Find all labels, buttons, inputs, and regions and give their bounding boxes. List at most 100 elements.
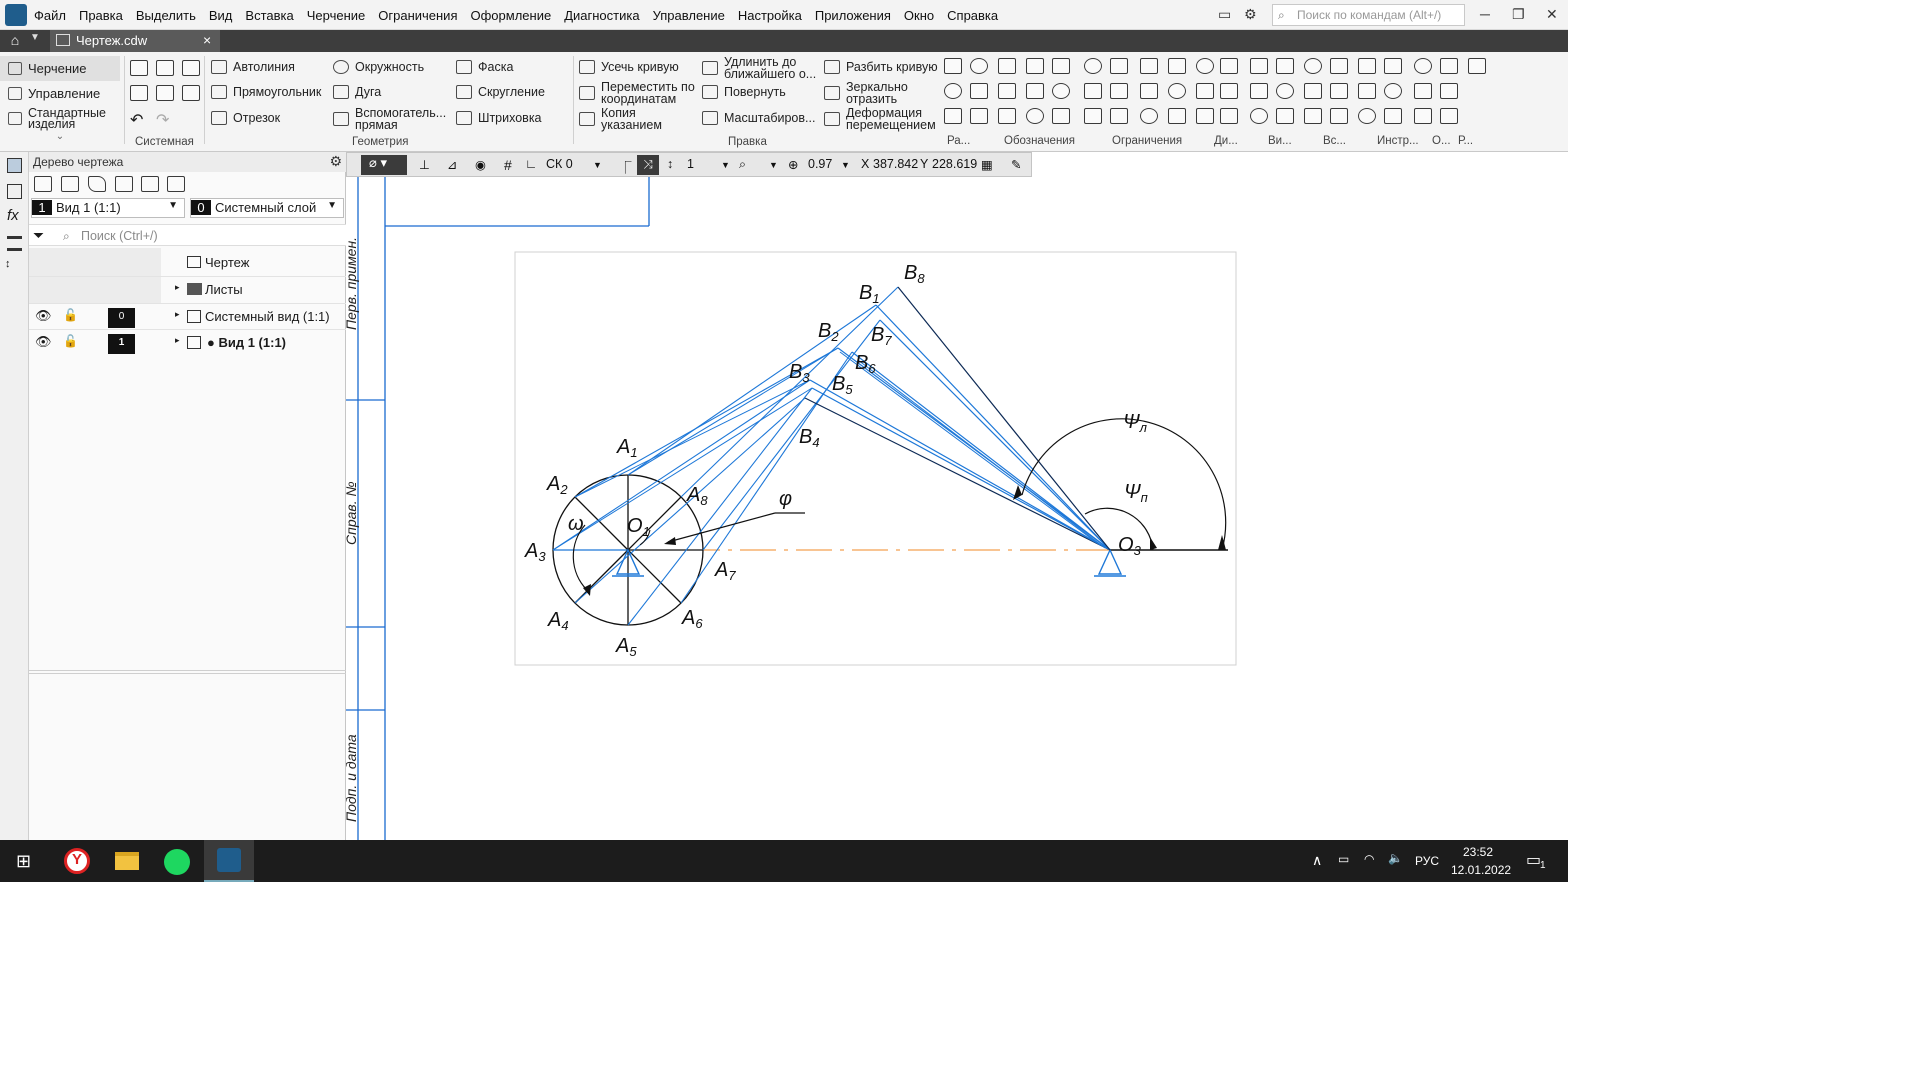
ribbon-tool-2-2-icon[interactable]: [998, 108, 1016, 124]
ribbon-tool-3-1-icon[interactable]: [1026, 83, 1044, 99]
ribbon-tool-17-0-icon[interactable]: [1414, 58, 1432, 74]
ribbon-tool-6-1-icon[interactable]: [1110, 83, 1128, 99]
circle-button[interactable]: Окружность: [333, 60, 424, 74]
ribbon-tool-4-2-icon[interactable]: [1052, 108, 1070, 124]
home-icon[interactable]: ⌂: [4, 32, 26, 50]
tree-tool-1-icon[interactable]: [34, 176, 52, 192]
open-folder-icon[interactable]: [156, 60, 174, 76]
menu-item-12[interactable]: Окно: [904, 8, 934, 23]
menu-item-7[interactable]: Оформление: [471, 8, 552, 23]
undo-icon[interactable]: ↶: [130, 110, 143, 130]
zoom-window-icon[interactable]: ⌕: [739, 157, 746, 172]
trim-curve-button[interactable]: Усечь кривую: [579, 60, 679, 74]
segment-button[interactable]: Отрезок: [211, 111, 280, 125]
ribbon-tool-8-1-icon[interactable]: [1168, 83, 1186, 99]
ribbon-tool-10-0-icon[interactable]: [1220, 58, 1238, 74]
ribbon-tool-10-1-icon[interactable]: [1220, 83, 1238, 99]
measure-icon[interactable]: ▦: [981, 157, 993, 172]
mode-standard-parts[interactable]: Стандартные изделия: [0, 106, 120, 131]
layer-select[interactable]: 0 Системный слой ▼: [190, 198, 344, 218]
chevron-down-icon[interactable]: ▼: [769, 160, 778, 170]
spotify-icon[interactable]: [155, 846, 199, 878]
command-search-input[interactable]: ⌕ Поиск по командам (Alt+/): [1272, 4, 1465, 26]
variables-icon[interactable]: fx: [7, 207, 19, 224]
ribbon-tool-3-0-icon[interactable]: [1026, 58, 1044, 74]
redo-icon[interactable]: ↷: [156, 110, 169, 130]
print-icon[interactable]: [130, 85, 148, 101]
yandex-browser-icon[interactable]: Y: [55, 846, 99, 878]
filter-icon[interactable]: ⏷: [33, 227, 44, 244]
language-indicator[interactable]: РУС: [1415, 854, 1439, 868]
sort-icon[interactable]: ↕: [5, 258, 11, 270]
chevron-down-icon[interactable]: ▼: [841, 160, 850, 170]
eyedropper-icon[interactable]: ✎: [1011, 157, 1021, 172]
tree-item-view-1[interactable]: 👁 🔓 1 ▸ ● Вид 1 (1:1): [29, 329, 346, 355]
ribbon-tool-11-1-icon[interactable]: [1250, 83, 1268, 99]
menu-item-1[interactable]: Правка: [79, 8, 123, 23]
save-as-icon[interactable]: [182, 85, 200, 101]
ribbon-tool-6-2-icon[interactable]: [1110, 108, 1128, 124]
properties-icon[interactable]: [7, 184, 22, 199]
ribbon-tool-12-0-icon[interactable]: [1276, 58, 1294, 74]
ribbon-tool-0-1-icon[interactable]: [944, 83, 962, 99]
copy-button[interactable]: Копия указанием: [579, 107, 679, 131]
ribbon-tool-4-0-icon[interactable]: [1052, 58, 1070, 74]
ribbon-tool-7-1-icon[interactable]: [1140, 83, 1158, 99]
ribbon-tool-14-0-icon[interactable]: [1330, 58, 1348, 74]
move-by-coords-button[interactable]: Переместить по координатам: [579, 81, 697, 105]
windows-start-icon[interactable]: ⊞: [16, 851, 31, 872]
ribbon-tool-4-1-icon[interactable]: [1052, 83, 1070, 99]
new-document-icon[interactable]: [130, 60, 148, 76]
image-icon[interactable]: [141, 176, 159, 192]
menu-item-11[interactable]: Приложения: [815, 8, 891, 23]
ribbon-tool-17-1-icon[interactable]: [1414, 83, 1432, 99]
tree-item-drawing[interactable]: Чертеж: [29, 250, 346, 276]
kompas-taskbar-icon[interactable]: [204, 840, 254, 882]
scale-button[interactable]: Масштабиров...: [702, 111, 815, 125]
menu-item-2[interactable]: Выделить: [136, 8, 196, 23]
ribbon-tool-2-0-icon[interactable]: [998, 58, 1016, 74]
tree-item-system-view[interactable]: 👁 🔓 0 ▸ Системный вид (1:1): [29, 303, 346, 329]
zoom-icon[interactable]: ⊕: [788, 157, 798, 172]
lock-icon[interactable]: 🔓: [63, 334, 78, 360]
wifi-icon[interactable]: ◠: [1364, 852, 1374, 866]
ribbon-tool-15-1-icon[interactable]: [1358, 83, 1376, 99]
view-select[interactable]: 1 Вид 1 (1:1) ▼: [31, 198, 185, 218]
mode-manage[interactable]: Управление: [0, 81, 120, 106]
zoom-input[interactable]: 0.97: [808, 157, 832, 171]
ortho-icon[interactable]: ⊥: [419, 157, 430, 172]
save-icon[interactable]: [182, 60, 200, 76]
mode-drawing[interactable]: Черчение: [0, 56, 120, 81]
ribbon-tool-11-2-icon[interactable]: [1250, 108, 1268, 124]
ribbon-tool-2-1-icon[interactable]: [998, 83, 1016, 99]
tree-tool-4-icon[interactable]: [115, 176, 133, 192]
hatch-button[interactable]: Штриховка: [456, 111, 542, 125]
chevron-down-icon[interactable]: ▼: [721, 160, 730, 170]
ribbon-tool-10-2-icon[interactable]: [1220, 108, 1238, 124]
ribbon-tool-8-0-icon[interactable]: [1168, 58, 1186, 74]
tree-tool-2-icon[interactable]: [61, 176, 79, 192]
ribbon-tool-18-0-icon[interactable]: [1440, 58, 1458, 74]
gear-icon[interactable]: ⚙: [329, 153, 342, 170]
clock-time[interactable]: 23:52: [1463, 845, 1493, 859]
ribbon-tool-0-2-icon[interactable]: [944, 108, 962, 124]
ribbon-tool-7-2-icon[interactable]: [1140, 108, 1158, 124]
ribbon-tool-16-2-icon[interactable]: [1384, 108, 1402, 124]
extend-button[interactable]: Удлинить до ближайшего о...: [702, 56, 820, 80]
battery-icon[interactable]: ▭: [1338, 852, 1349, 866]
settings-icon[interactable]: ⚙: [1244, 6, 1257, 23]
arc-button[interactable]: Дуга: [333, 85, 381, 99]
visibility-eye-icon[interactable]: 👁: [35, 334, 52, 360]
ribbon-tool-6-0-icon[interactable]: [1110, 58, 1128, 74]
ribbon-tool-16-1-icon[interactable]: [1384, 83, 1402, 99]
step-size-icon[interactable]: ↕: [667, 157, 673, 171]
ribbon-tool-5-2-icon[interactable]: [1084, 108, 1102, 124]
mirror-button[interactable]: Зеркально отразить: [824, 81, 924, 105]
fillet-button[interactable]: Скругление: [456, 85, 545, 99]
ribbon-tool-12-2-icon[interactable]: [1276, 108, 1294, 124]
ribbon-tool-14-1-icon[interactable]: [1330, 83, 1348, 99]
expand-modes-icon[interactable]: ⌄: [0, 131, 120, 147]
tree-panel-icon[interactable]: [7, 158, 22, 173]
ribbon-tool-9-0-icon[interactable]: [1196, 58, 1214, 74]
ribbon-tool-15-2-icon[interactable]: [1358, 108, 1376, 124]
